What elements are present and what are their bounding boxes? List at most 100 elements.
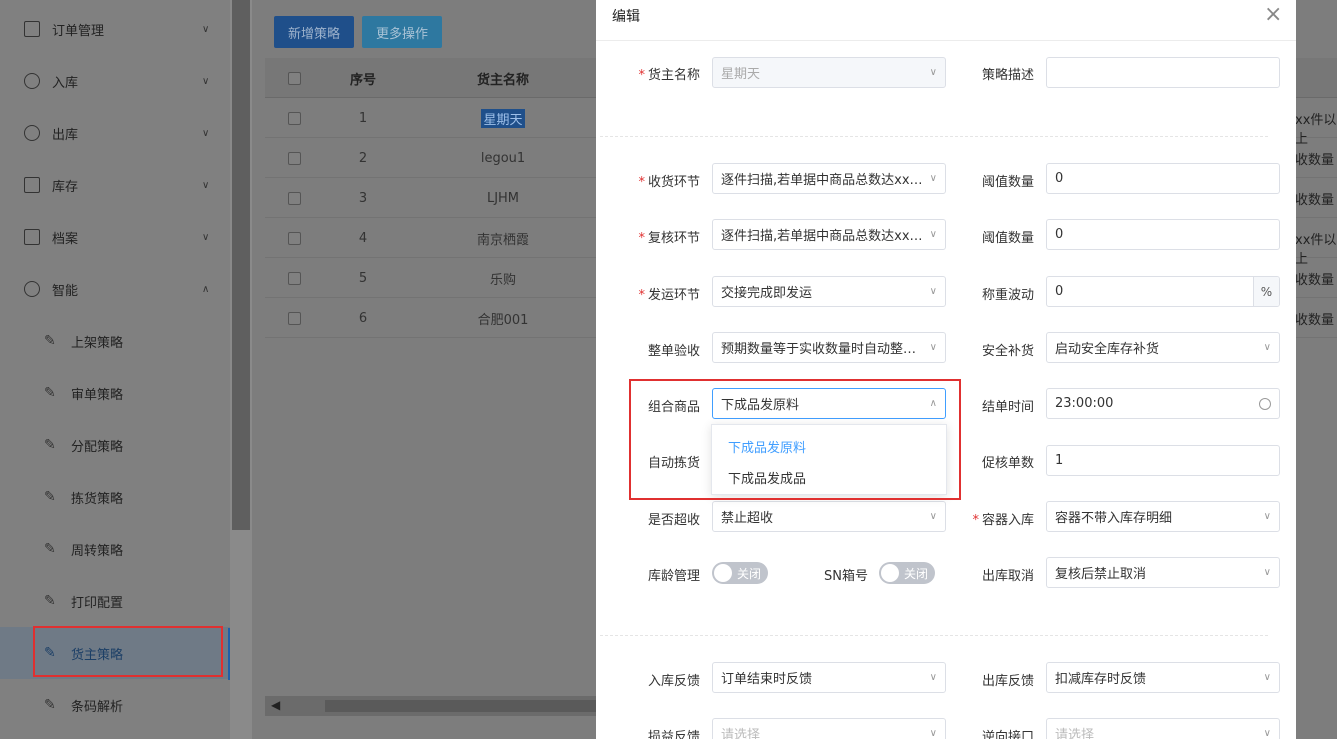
threshold-label: 阈值数量 bbox=[981, 231, 1034, 246]
add-strategy-button[interactable]: 新增策略 bbox=[274, 16, 355, 48]
row-checkbox[interactable] bbox=[287, 311, 301, 325]
toggle-text: 关闭 bbox=[904, 566, 929, 581]
threshold-input[interactable]: 0 bbox=[1046, 219, 1280, 250]
ship-stage-select[interactable]: 交接完成即发运 ∨ bbox=[712, 276, 946, 307]
weight-fluctuation-input[interactable]: 0% bbox=[1046, 276, 1280, 307]
section-divider bbox=[600, 136, 1268, 137]
receive-stage-select[interactable]: 逐件扫描,若单据中商品总数达xxx件以上 ∨ bbox=[712, 163, 946, 194]
header-checkbox-cell bbox=[265, 58, 323, 98]
scroll-left-icon[interactable]: ◀ bbox=[271, 698, 280, 712]
sub-label: 拣货策略 bbox=[71, 491, 124, 507]
sidebar-item-picking-strategy[interactable]: ✎ 拣货策略 bbox=[0, 471, 230, 523]
chevron-down-icon: ∨ bbox=[1263, 342, 1271, 353]
drawer-title: 编辑 bbox=[612, 9, 640, 25]
order-check-select[interactable]: 预期数量等于实收数量时自动整单验收 ∨ bbox=[712, 332, 946, 363]
field-value: 0 bbox=[1055, 227, 1064, 242]
pen-icon: ✎ bbox=[44, 593, 56, 609]
field-value: 复核后禁止取消 bbox=[1055, 567, 1147, 582]
label-text: 货主名称 bbox=[647, 68, 700, 83]
row-checkbox-cell bbox=[265, 298, 323, 338]
field-value: 星期天 bbox=[721, 67, 761, 82]
sidebar-item-putaway-strategy[interactable]: ✎ 上架策略 bbox=[0, 315, 230, 367]
scrollbar-thumb[interactable] bbox=[232, 0, 250, 530]
outbound-feedback-select[interactable]: 扣减库存时反馈 ∨ bbox=[1046, 662, 1280, 693]
table-horizontal-scrollbar[interactable]: ◀ bbox=[265, 696, 625, 716]
sidebar-scrollbar[interactable] bbox=[230, 0, 252, 739]
container-inbound-select[interactable]: 容器不带入库存明细 ∨ bbox=[1046, 501, 1280, 532]
loss-feedback-select[interactable]: 请选择 ∨ bbox=[712, 718, 946, 739]
nav-inventory[interactable]: 库存 ∨ bbox=[0, 159, 230, 211]
pen-icon: ✎ bbox=[44, 541, 56, 557]
chevron-down-icon: ∨ bbox=[1263, 672, 1271, 683]
nav-archive[interactable]: 档案 ∨ bbox=[0, 211, 230, 263]
sn-box-label: SN箱号 bbox=[824, 569, 868, 584]
row-owner: 合肥001 bbox=[477, 312, 529, 328]
field-value: 1 bbox=[1055, 453, 1064, 468]
loss-feedback-label: 损益反馈 bbox=[647, 730, 700, 739]
field-placeholder: 请选择 bbox=[721, 728, 761, 739]
inbound-feedback-select[interactable]: 订单结束时反馈 ∨ bbox=[712, 662, 946, 693]
pen-icon: ✎ bbox=[44, 437, 56, 453]
drawer-header: 编辑 × bbox=[596, 0, 1296, 41]
field-value: 启动安全库存补货 bbox=[1055, 342, 1160, 357]
outbound-cancel-label: 出库取消 bbox=[981, 569, 1034, 584]
sidebar-item-barcode-parsing[interactable]: ✎ 条码解析 bbox=[0, 679, 230, 731]
row-checkbox[interactable] bbox=[287, 191, 301, 205]
more-actions-button[interactable]: 更多操作 bbox=[362, 16, 443, 48]
safety-replenish-select[interactable]: 启动安全库存补货 ∨ bbox=[1046, 332, 1280, 363]
table-cell-peek: xx件以上 bbox=[1295, 113, 1337, 147]
sidebar-item-allocation-strategy[interactable]: ✎ 分配策略 bbox=[0, 419, 230, 471]
highlight-box-sidebar bbox=[33, 626, 223, 677]
clock-icon bbox=[1259, 397, 1271, 410]
chevron-down-icon: ∨ bbox=[202, 179, 210, 191]
close-time-picker[interactable]: 23:00:00 bbox=[1046, 388, 1280, 419]
strategy-desc-input[interactable] bbox=[1046, 57, 1280, 88]
field-value: 交接完成即发运 bbox=[721, 286, 813, 301]
chevron-down-icon: ∨ bbox=[929, 67, 937, 78]
sub-label: 上架策略 bbox=[71, 335, 124, 351]
row-checkbox[interactable] bbox=[287, 111, 301, 125]
inbound-icon bbox=[24, 73, 40, 89]
sidebar-item-turnover-strategy[interactable]: ✎ 周转策略 bbox=[0, 523, 230, 575]
owner-name-label: * 货主名称 bbox=[638, 68, 700, 83]
urge-count-input[interactable]: 1 bbox=[1046, 445, 1280, 476]
order-icon bbox=[24, 21, 40, 37]
sidebar-item-print-config[interactable]: ✎ 打印配置 bbox=[0, 575, 230, 627]
select-all-checkbox[interactable] bbox=[287, 71, 301, 85]
sub-label: 分配策略 bbox=[71, 439, 124, 455]
stock-age-toggle[interactable]: 关闭 bbox=[712, 562, 768, 584]
reverse-interface-select[interactable]: 请选择 ∨ bbox=[1046, 718, 1280, 739]
nav-order-management[interactable]: 订单管理 ∨ bbox=[0, 3, 230, 55]
row-checkbox-cell bbox=[265, 138, 323, 178]
row-owner-cell: 星期天 bbox=[403, 98, 603, 138]
row-checkbox[interactable] bbox=[287, 271, 301, 285]
scrollbar-thumb[interactable] bbox=[325, 700, 605, 712]
field-value: 禁止超收 bbox=[721, 511, 774, 526]
close-icon[interactable]: × bbox=[1264, 2, 1282, 27]
row-checkbox-cell bbox=[265, 258, 323, 298]
review-stage-select[interactable]: 逐件扫描,若单据中商品总数达xxx件以上 ∨ bbox=[712, 219, 946, 250]
nav-outbound[interactable]: 出库 ∨ bbox=[0, 107, 230, 159]
row-checkbox[interactable] bbox=[287, 151, 301, 165]
row-owner: legou1 bbox=[480, 150, 526, 166]
row-index: 2 bbox=[358, 150, 368, 166]
nav-inbound[interactable]: 入库 ∨ bbox=[0, 55, 230, 107]
row-checkbox[interactable] bbox=[287, 231, 301, 245]
nav-smart[interactable]: 智能 ∧ bbox=[0, 263, 230, 315]
outbound-cancel-select[interactable]: 复核后禁止取消 ∨ bbox=[1046, 557, 1280, 588]
row-index: 6 bbox=[358, 310, 368, 326]
over-receive-select[interactable]: 禁止超收 ∨ bbox=[712, 501, 946, 532]
threshold-input[interactable]: 0 bbox=[1046, 163, 1280, 194]
row-owner: LJHM bbox=[486, 190, 520, 206]
sidebar-item-audit-strategy[interactable]: ✎ 审单策略 bbox=[0, 367, 230, 419]
label-text: 容器入库 bbox=[981, 513, 1034, 528]
safety-replenish-label: 安全补货 bbox=[981, 344, 1034, 359]
row-owner: 乐购 bbox=[489, 272, 516, 288]
smart-icon bbox=[24, 281, 40, 297]
ship-stage-label: * 发运环节 bbox=[638, 288, 700, 303]
table-cell-peek: 收数量 bbox=[1295, 313, 1335, 328]
sn-box-toggle[interactable]: 关闭 bbox=[879, 562, 935, 584]
sub-label: 条码解析 bbox=[71, 699, 124, 715]
row-index: 1 bbox=[358, 110, 368, 126]
pen-icon: ✎ bbox=[44, 489, 56, 505]
